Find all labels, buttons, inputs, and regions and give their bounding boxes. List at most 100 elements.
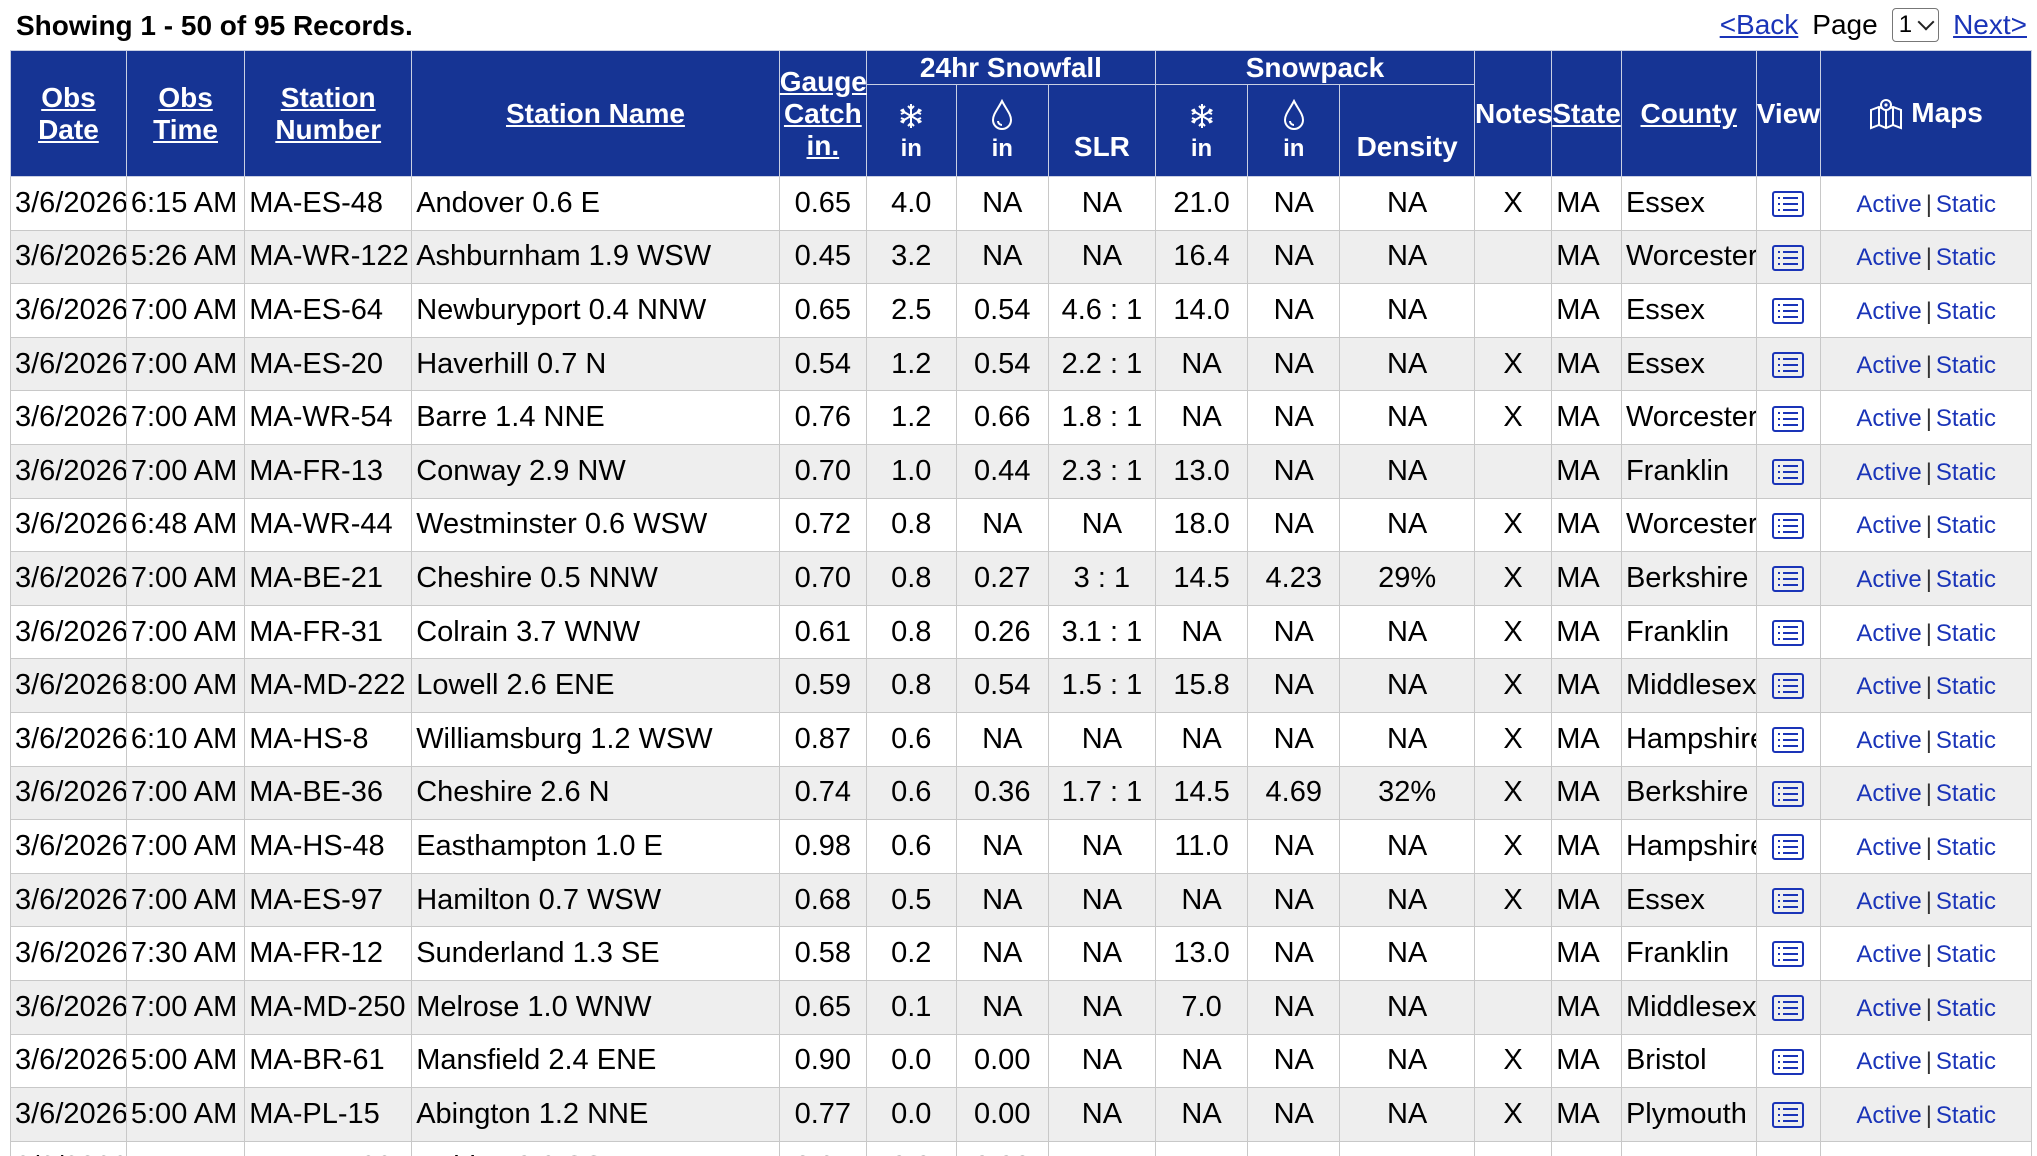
density: NA bbox=[1339, 711, 1475, 767]
snowpack-in: 21.0 bbox=[1154, 176, 1249, 231]
col-obs-time[interactable]: Obs Time bbox=[125, 50, 246, 177]
view-report-icon[interactable] bbox=[1772, 405, 1805, 432]
view-report-icon[interactable] bbox=[1772, 619, 1805, 646]
active-map-link[interactable]: Active bbox=[1856, 191, 1921, 218]
view-report-icon[interactable] bbox=[1772, 191, 1805, 218]
obs-time: 7:00 AM bbox=[125, 336, 246, 392]
maps-cell: Active|Static bbox=[1820, 1087, 2032, 1142]
snowfall-in: 0.0 bbox=[865, 1140, 957, 1156]
active-map-link[interactable]: Active bbox=[1856, 727, 1921, 754]
maps-cell: Active|Static bbox=[1820, 765, 2032, 821]
active-map-link[interactable]: Active bbox=[1856, 1102, 1921, 1129]
static-map-link[interactable]: Static bbox=[1936, 1102, 1996, 1129]
obs-date: 3/6/2026 bbox=[10, 1033, 127, 1089]
snowfall-in: 0.0 bbox=[865, 1087, 957, 1142]
active-map-link[interactable]: Active bbox=[1856, 566, 1921, 593]
maps-cell: Active|Static bbox=[1820, 336, 2032, 392]
static-map-link[interactable]: Static bbox=[1936, 566, 1996, 593]
snowpack-in: 18.0 bbox=[1154, 497, 1249, 553]
state: MA bbox=[1551, 872, 1622, 928]
view-report-icon[interactable] bbox=[1772, 298, 1805, 325]
county: Worcester bbox=[1620, 229, 1757, 285]
station-name: Conway 2.9 NW bbox=[411, 443, 780, 499]
slr: NA bbox=[1047, 497, 1156, 553]
slr: NA bbox=[1047, 711, 1156, 767]
col-state[interactable]: State bbox=[1551, 50, 1622, 177]
density: NA bbox=[1339, 872, 1475, 928]
view-report-icon[interactable] bbox=[1772, 1102, 1805, 1129]
active-map-link[interactable]: Active bbox=[1856, 1048, 1921, 1075]
static-map-link[interactable]: Static bbox=[1936, 995, 1996, 1022]
col-gauge-catch[interactable]: Gauge Catch in. bbox=[778, 50, 867, 177]
county: Plymouth bbox=[1620, 1087, 1757, 1142]
snowpack-water: NA bbox=[1247, 443, 1341, 499]
static-map-link[interactable]: Static bbox=[1936, 512, 1996, 539]
view-report-icon[interactable] bbox=[1772, 941, 1805, 968]
active-map-link[interactable]: Active bbox=[1856, 405, 1921, 432]
active-map-link[interactable]: Active bbox=[1856, 459, 1921, 486]
active-map-link[interactable]: Active bbox=[1856, 888, 1921, 915]
obs-time: 7:00 AM bbox=[125, 443, 246, 499]
back-link[interactable]: <Back bbox=[1720, 9, 1799, 41]
col-station-name[interactable]: Station Name bbox=[411, 50, 780, 177]
view-report-icon[interactable] bbox=[1772, 995, 1805, 1022]
view-report-icon[interactable] bbox=[1772, 834, 1805, 861]
static-map-link[interactable]: Static bbox=[1936, 727, 1996, 754]
static-map-link[interactable]: Static bbox=[1936, 459, 1996, 486]
view-report-icon[interactable] bbox=[1772, 727, 1805, 754]
link-separator: | bbox=[1925, 673, 1932, 701]
view-report-icon[interactable] bbox=[1772, 780, 1805, 807]
active-map-link[interactable]: Active bbox=[1856, 620, 1921, 647]
view-report-icon[interactable] bbox=[1772, 673, 1805, 700]
view-report-icon[interactable] bbox=[1772, 351, 1805, 378]
active-map-link[interactable]: Active bbox=[1856, 834, 1921, 861]
obs-time: 7:00 AM bbox=[125, 604, 246, 660]
static-map-link[interactable]: Static bbox=[1936, 780, 1996, 807]
active-map-link[interactable]: Active bbox=[1856, 298, 1921, 325]
col-county[interactable]: County bbox=[1620, 50, 1757, 177]
notes-flag: X bbox=[1473, 497, 1553, 553]
view-report-icon[interactable] bbox=[1772, 1048, 1805, 1075]
view-report-icon[interactable] bbox=[1772, 512, 1805, 539]
obs-date: 3/6/2026 bbox=[10, 229, 127, 285]
view-report-icon[interactable] bbox=[1772, 566, 1805, 593]
active-map-link[interactable]: Active bbox=[1856, 244, 1921, 271]
slr: NA bbox=[1047, 979, 1156, 1035]
col-obs-date[interactable]: Obs Date bbox=[10, 50, 127, 177]
table-row: 3/6/2026 7:00 AM MA-HS-48 Easthampton 1.… bbox=[10, 819, 2032, 874]
active-map-link[interactable]: Active bbox=[1856, 673, 1921, 700]
snowfall-water: NA bbox=[955, 819, 1049, 874]
notes-flag bbox=[1473, 926, 1553, 981]
static-map-link[interactable]: Static bbox=[1936, 405, 1996, 432]
static-map-link[interactable]: Static bbox=[1936, 834, 1996, 861]
active-map-link[interactable]: Active bbox=[1856, 941, 1921, 968]
station-number: MA-ES-64 bbox=[244, 283, 413, 338]
active-map-link[interactable]: Active bbox=[1856, 352, 1921, 379]
obs-time: 7:00 AM bbox=[125, 765, 246, 821]
active-map-link[interactable]: Active bbox=[1856, 995, 1921, 1022]
snowfall-in: 0.5 bbox=[865, 872, 957, 928]
obs-time: 5:00 AM bbox=[125, 1033, 246, 1089]
static-map-link[interactable]: Static bbox=[1936, 298, 1996, 325]
next-link[interactable]: Next> bbox=[1953, 9, 2027, 41]
obs-date: 3/6/2026 bbox=[10, 926, 127, 981]
view-report-icon[interactable] bbox=[1772, 887, 1805, 914]
static-map-link[interactable]: Static bbox=[1936, 352, 1996, 379]
view-report-icon[interactable] bbox=[1772, 459, 1805, 486]
active-map-link[interactable]: Active bbox=[1856, 780, 1921, 807]
static-map-link[interactable]: Static bbox=[1936, 620, 1996, 647]
static-map-link[interactable]: Static bbox=[1936, 941, 1996, 968]
static-map-link[interactable]: Static bbox=[1936, 888, 1996, 915]
static-map-link[interactable]: Static bbox=[1936, 191, 1996, 218]
view-cell bbox=[1755, 176, 1822, 231]
static-map-link[interactable]: Static bbox=[1936, 244, 1996, 271]
view-report-icon[interactable] bbox=[1772, 244, 1805, 271]
gauge-catch: 0.90 bbox=[778, 1033, 867, 1089]
county: Worcester bbox=[1620, 497, 1757, 553]
page-select[interactable]: 1 bbox=[1891, 8, 1940, 42]
static-map-link[interactable]: Static bbox=[1936, 1048, 1996, 1075]
col-station-number[interactable]: Station Number bbox=[244, 50, 413, 177]
obs-time: 5:00 AM bbox=[125, 1087, 246, 1142]
active-map-link[interactable]: Active bbox=[1856, 512, 1921, 539]
static-map-link[interactable]: Static bbox=[1936, 673, 1996, 700]
